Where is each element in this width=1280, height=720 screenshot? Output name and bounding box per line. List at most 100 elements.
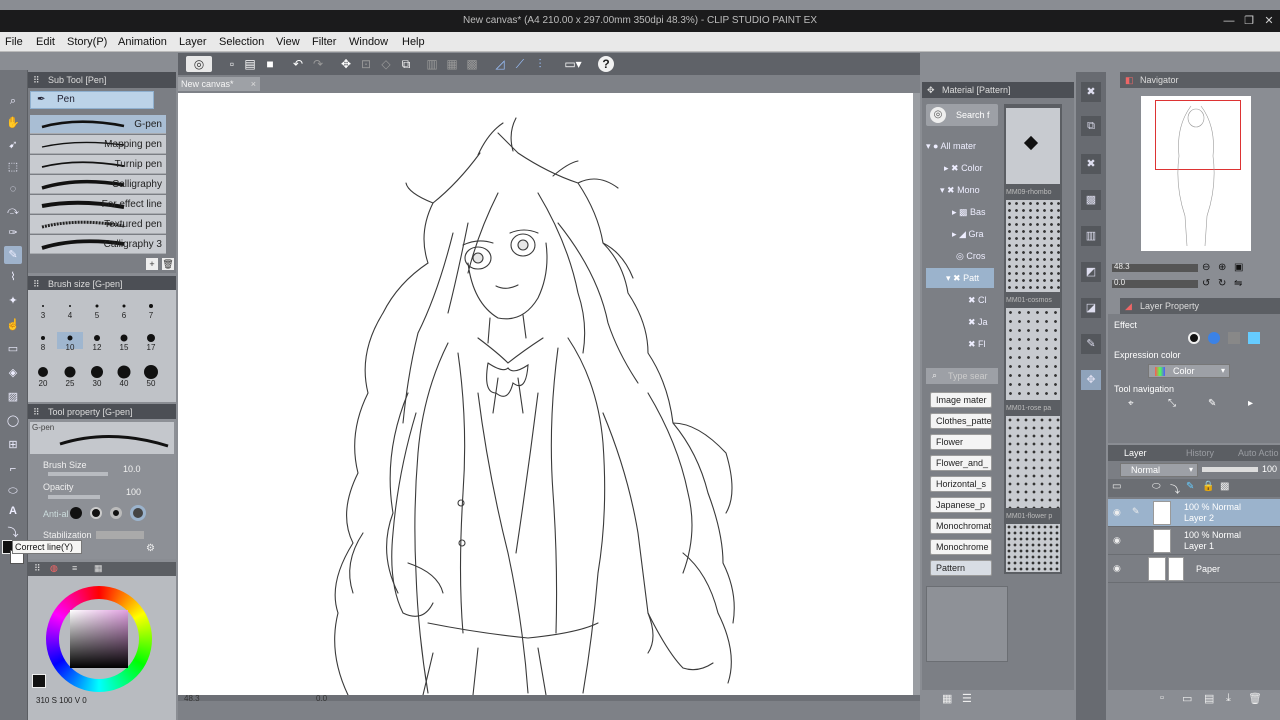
reference-layer-icon[interactable]: ⬭	[1152, 481, 1161, 492]
brush-calligraphy[interactable]: Calligraphy	[30, 175, 166, 194]
menu-edit[interactable]: Edit	[36, 36, 55, 48]
workspace-dropdown-icon[interactable]: ▭▾	[560, 56, 586, 72]
frame-tool-icon[interactable]: ⊞	[4, 436, 22, 454]
brush-textured-pen[interactable]: Textured pen	[30, 215, 166, 234]
drawing-canvas[interactable]	[178, 93, 913, 695]
brush-size-10[interactable]: 10	[57, 332, 83, 352]
open-file-icon[interactable]: ▤	[242, 56, 258, 72]
brush-g-pen[interactable]: G-pen	[30, 115, 166, 134]
layer-color-icon[interactable]: ▭	[1112, 481, 1121, 492]
canvas-vertical-scrollbar[interactable]	[913, 93, 920, 695]
tag-horizontal[interactable]: Horizontal_s	[930, 476, 992, 492]
zoom-out-icon[interactable]: ⊖	[1202, 262, 1210, 273]
texture-flower2-thumb[interactable]	[1006, 524, 1060, 572]
brush-size-50[interactable]: 50	[138, 365, 164, 388]
eyedropper-tool-icon[interactable]: ⤼	[4, 202, 22, 220]
fit-screen-icon[interactable]: ▣	[1234, 262, 1243, 273]
layer-row-layer-2[interactable]: ◉ ✎ 100 % Normal Layer 2	[1108, 499, 1280, 527]
close-button[interactable]: ✕	[1262, 14, 1276, 28]
zoom-slider[interactable]: 48.3	[1112, 262, 1198, 272]
tone-icon[interactable]: ▦	[444, 56, 460, 72]
eraser-tool-icon[interactable]: ▭	[4, 340, 22, 358]
operation-tool-icon[interactable]: ➹	[4, 136, 22, 154]
new-folder-icon[interactable]: ▤	[1204, 692, 1214, 705]
texture-rhombus-thumb[interactable]	[1006, 108, 1060, 184]
ruler-tool-icon[interactable]: ⌐	[4, 460, 22, 478]
brush-size-8[interactable]: 8	[30, 332, 56, 352]
brush-size-4[interactable]: 4	[57, 300, 83, 320]
special-ruler-icon[interactable]: ⟋	[512, 56, 528, 72]
tool-nav-play-icon[interactable]: ▸	[1248, 398, 1270, 412]
tag-japanese-pattern[interactable]: Japanese_p	[930, 497, 992, 513]
material-frame-icon[interactable]: ◪	[1081, 298, 1101, 318]
tag-flower[interactable]: Flower	[930, 434, 992, 450]
tag-image-material[interactable]: Image mater	[930, 392, 992, 408]
material-pattern-icon[interactable]: ✖	[1081, 154, 1101, 174]
brush-size-40[interactable]: 40	[111, 365, 137, 388]
add-subtool-icon[interactable]: +	[146, 258, 158, 270]
grid-icon[interactable]: ▩	[464, 56, 480, 72]
gradient-tool-icon[interactable]: ▨	[4, 388, 22, 406]
clip-layer-icon[interactable]: ⤵	[1170, 481, 1180, 496]
brush-size-15[interactable]: 15	[111, 332, 137, 352]
menu-window[interactable]: Window	[349, 36, 388, 48]
texture-cosmos-thumb[interactable]	[1006, 200, 1060, 292]
color-set-tab-icon[interactable]: ▦	[94, 563, 103, 574]
tree-japanese[interactable]: ✖ Ja	[926, 312, 994, 332]
text-tool-icon[interactable]: A	[4, 502, 22, 520]
effect-tone-icon[interactable]	[1228, 332, 1240, 344]
tag-monochrome[interactable]: Monochrome	[930, 539, 992, 555]
help-icon[interactable]: ?	[598, 56, 614, 72]
layer-visibility-eye-icon[interactable]: ◉	[1113, 507, 1121, 518]
transform-icon[interactable]: ◇	[378, 56, 394, 72]
brush-size-3[interactable]: 3	[30, 300, 56, 320]
antialias-weak-icon[interactable]	[90, 507, 102, 519]
selection-tool-icon[interactable]: ⬚	[4, 158, 22, 176]
layer-visibility-eye-icon[interactable]: ◉	[1113, 563, 1121, 574]
tag-search-box[interactable]: ⌕ Type sear	[926, 368, 998, 384]
tree-pattern[interactable]: ▾ ✖ Patt	[926, 268, 994, 288]
close-tab-icon[interactable]: ×	[251, 77, 256, 91]
brush-turnip-pen[interactable]: Turnip pen	[30, 155, 166, 174]
layer-opacity-value[interactable]: 100	[1262, 464, 1277, 474]
effect-extract-line-icon[interactable]	[1208, 332, 1220, 344]
material-list-view-icon[interactable]: ☰	[962, 692, 972, 705]
ruler-snap-icon[interactable]: ◿	[492, 56, 508, 72]
tool-property-settings-icon[interactable]: ⚙	[146, 543, 155, 554]
flip-icon[interactable]: ⇋	[1234, 278, 1242, 289]
brush-size-7[interactable]: 7	[138, 300, 164, 320]
document-tab[interactable]: New canvas* ×	[178, 77, 260, 91]
menu-view[interactable]: View	[276, 36, 300, 48]
tag-monochromatic[interactable]: Monochromat	[930, 518, 992, 534]
redo-icon[interactable]: ↷	[310, 56, 326, 72]
menu-selection[interactable]: Selection	[219, 36, 264, 48]
opacity-value[interactable]: 100	[126, 487, 141, 497]
tree-cross[interactable]: ◎ Cros	[926, 246, 994, 266]
antialias-none-icon[interactable]	[70, 507, 82, 519]
brush-size-17[interactable]: 17	[138, 332, 164, 352]
brush-calligraphy-3[interactable]: Calligraphy 3	[30, 235, 166, 254]
delete-layer-icon[interactable]: 🗑	[1248, 692, 1262, 705]
brush-size-25[interactable]: 25	[57, 366, 83, 388]
brush-size-12[interactable]: 12	[84, 332, 110, 352]
tool-nav-move-icon[interactable]: ⤡	[1168, 398, 1190, 412]
new-vector-layer-icon[interactable]: ▭	[1182, 692, 1192, 705]
opacity-slider[interactable]	[48, 495, 100, 499]
brush-effect-line[interactable]: For effect line	[30, 195, 166, 214]
clip-studio-icon[interactable]: ◎	[186, 56, 212, 72]
layer-opacity-slider[interactable]	[1202, 467, 1258, 472]
material-grid-view-icon[interactable]: ▦	[942, 692, 952, 705]
rotate-left-icon[interactable]: ↺	[1202, 278, 1210, 289]
rotate-right-icon[interactable]: ↻	[1218, 278, 1226, 289]
layer-row-layer-1[interactable]: ◉ 100 % Normal Layer 1	[1108, 527, 1280, 555]
hand-tool-icon[interactable]: ✋	[4, 114, 22, 132]
brush-size-slider[interactable]	[48, 472, 108, 476]
new-file-icon[interactable]: ▫	[224, 56, 240, 72]
material-3d-icon[interactable]: ◩	[1081, 262, 1101, 282]
rotation-slider[interactable]: 0.0	[1112, 278, 1198, 288]
texture-flower-thumb[interactable]	[1006, 416, 1060, 508]
zoom-in-icon[interactable]: ⊕	[1218, 262, 1226, 273]
brush-mapping-pen[interactable]: Mapping pen	[30, 135, 166, 154]
brush-size-6[interactable]: 6	[111, 300, 137, 320]
menu-file[interactable]: File	[5, 36, 23, 48]
